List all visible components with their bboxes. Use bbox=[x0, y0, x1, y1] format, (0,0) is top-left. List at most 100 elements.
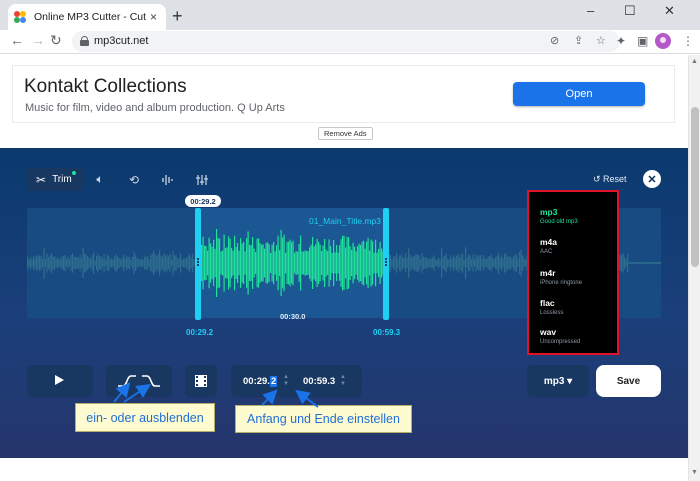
waveform-bar bbox=[636, 262, 638, 264]
format-option-m4r[interactable]: m4r iPhone ringtone bbox=[540, 268, 582, 286]
waveform-bar bbox=[514, 254, 516, 272]
tab-close-icon[interactable]: × bbox=[150, 10, 157, 24]
minimize-button[interactable]: – bbox=[587, 3, 594, 18]
start-handle[interactable] bbox=[195, 208, 201, 320]
film-button[interactable] bbox=[185, 365, 217, 397]
waveform-bar bbox=[307, 251, 309, 275]
format-option-wav[interactable]: wav Uncompressed bbox=[540, 327, 580, 345]
waveform-bar bbox=[295, 250, 297, 276]
end-time-stepper[interactable]: ▲ ▼ bbox=[340, 374, 346, 388]
waveform-bar bbox=[159, 250, 161, 276]
forward-arrow-icon[interactable]: → bbox=[31, 32, 45, 48]
page-scrollbar[interactable]: ▲ ▼ bbox=[688, 55, 700, 481]
waveform-bar bbox=[157, 254, 159, 272]
waveform-bar bbox=[55, 258, 57, 268]
waveform-bar bbox=[169, 253, 171, 273]
eye-off-icon[interactable]: ⊘ bbox=[550, 34, 559, 47]
waveform-bar bbox=[427, 258, 429, 268]
film-strip-icon bbox=[195, 375, 207, 387]
format-option-flac[interactable]: flac Lossless bbox=[540, 298, 563, 316]
waveform-bar bbox=[498, 252, 500, 274]
waveform-bar bbox=[211, 246, 213, 280]
volume-tool-button[interactable]: 🔈︎ bbox=[83, 168, 117, 191]
reset-button[interactable]: ↺ Reset bbox=[593, 174, 627, 185]
waveform-bar bbox=[433, 255, 435, 271]
waveform-bar bbox=[120, 259, 122, 267]
format-select-button[interactable]: mp3 ▾ bbox=[527, 365, 589, 397]
side-panel-icon[interactable]: ▣ bbox=[637, 34, 648, 48]
format-option-mp3[interactable]: mp3 Good old mp3 bbox=[540, 207, 578, 225]
speed-icon: ⟲ bbox=[128, 172, 140, 187]
reload-icon[interactable]: ↻ bbox=[50, 32, 62, 49]
start-time-value: 00:29. bbox=[243, 376, 270, 387]
bookmark-star-icon[interactable]: ☆ bbox=[596, 34, 606, 47]
share-icon[interactable]: ⇪ bbox=[574, 34, 583, 47]
waveform-bar bbox=[316, 238, 318, 288]
waveform-bar bbox=[210, 243, 212, 283]
waveform-bar bbox=[441, 248, 443, 278]
waveform-bar bbox=[334, 252, 336, 274]
waveform-bar bbox=[247, 231, 249, 295]
end-handle[interactable] bbox=[383, 208, 389, 320]
waveform-bar bbox=[105, 259, 107, 267]
remove-ads-button[interactable]: Remove Ads bbox=[318, 127, 373, 140]
waveform-bar bbox=[255, 252, 257, 274]
waveform-bar bbox=[331, 252, 333, 274]
waveform-bar bbox=[115, 254, 117, 272]
waveform-bar bbox=[43, 247, 45, 279]
waveform-bar bbox=[259, 243, 261, 283]
trim-tool-button[interactable]: ✂ Trim bbox=[27, 168, 83, 191]
maximize-button[interactable]: ☐ bbox=[624, 3, 636, 19]
waveform-bar bbox=[499, 257, 501, 269]
waveform-bar bbox=[501, 255, 503, 271]
waveform-bar bbox=[171, 259, 173, 267]
waveform-bar bbox=[186, 257, 188, 269]
waveform-bar bbox=[253, 248, 255, 278]
save-button[interactable]: Save bbox=[596, 365, 661, 397]
sliders-tool-button[interactable] bbox=[185, 168, 219, 191]
browser-tab[interactable]: Online MP3 Cutter - Cut Songs, Ma × bbox=[8, 4, 166, 30]
window-close-button[interactable]: ✕ bbox=[664, 3, 675, 19]
start-time-stepper[interactable]: ▲ ▼ bbox=[283, 374, 289, 388]
times-callout: Anfang und Ende einstellen bbox=[235, 405, 412, 433]
waveform-bar bbox=[271, 244, 273, 282]
editor-close-button[interactable]: ✕ bbox=[643, 170, 661, 188]
waveform-bar bbox=[375, 239, 377, 287]
ad-open-button[interactable]: Open bbox=[513, 82, 645, 106]
scroll-up-icon[interactable]: ▲ bbox=[691, 58, 698, 65]
waveform-bar bbox=[174, 255, 176, 271]
waveform-bar bbox=[631, 262, 633, 264]
waveform-bar bbox=[426, 257, 428, 269]
scroll-down-icon[interactable]: ▼ bbox=[691, 469, 698, 476]
waveform-bar bbox=[70, 255, 72, 271]
waveform-bar bbox=[183, 258, 185, 268]
fade-in-icon[interactable] bbox=[117, 374, 137, 388]
waveform-bar bbox=[517, 259, 519, 267]
waveform-bar bbox=[504, 253, 506, 273]
profile-avatar[interactable] bbox=[655, 33, 671, 49]
waveform-bar bbox=[523, 258, 525, 268]
start-time-input[interactable]: 00:29.2 bbox=[243, 376, 278, 387]
extensions-icon[interactable]: ✦ bbox=[616, 34, 626, 48]
new-tab-button[interactable]: + bbox=[172, 6, 183, 27]
back-arrow-icon[interactable]: ← bbox=[10, 32, 24, 48]
menu-kebab-icon[interactable]: ⋮ bbox=[682, 34, 694, 48]
address-bar[interactable]: mp3cut.net ⊘ ⇪ ☆ bbox=[72, 31, 620, 52]
browser-tabstrip: Online MP3 Cutter - Cut Songs, Ma × + – … bbox=[0, 0, 700, 30]
waveform-bar bbox=[322, 245, 324, 281]
waveform-bar bbox=[201, 244, 203, 282]
waveform-bar bbox=[465, 247, 467, 279]
waveform-bar bbox=[264, 248, 266, 278]
scroll-thumb[interactable] bbox=[691, 107, 699, 267]
waveform-bar bbox=[219, 238, 221, 288]
waveform-bar bbox=[180, 253, 182, 273]
fade-out-icon[interactable] bbox=[141, 374, 161, 388]
speed-tool-button[interactable]: ⟲ bbox=[117, 168, 151, 191]
waveform-bar bbox=[217, 238, 219, 288]
end-time-input[interactable]: 00:59.3 bbox=[303, 376, 335, 387]
waveform-bar bbox=[312, 236, 314, 290]
waveform-bar bbox=[135, 254, 137, 272]
equalizer-tool-button[interactable] bbox=[151, 168, 185, 191]
format-option-m4a[interactable]: m4a AAC bbox=[540, 237, 557, 255]
waveform-bar bbox=[226, 247, 228, 279]
